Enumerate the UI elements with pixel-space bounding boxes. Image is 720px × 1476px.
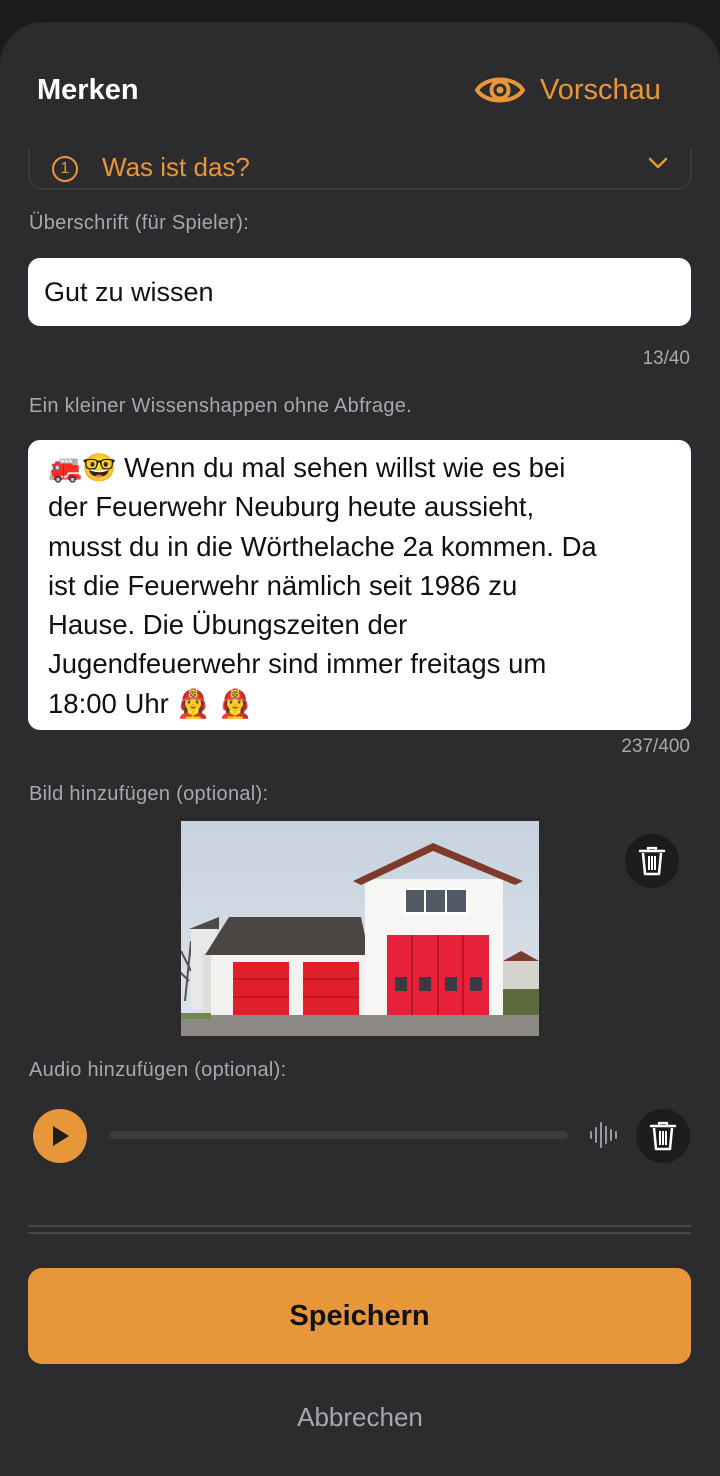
text-line: Hause. Die Übungszeiten der [48,609,408,641]
delete-audio-button[interactable] [636,1109,690,1163]
text-label: Ein kleiner Wissenshappen ohne Abfrage. [29,395,413,417]
headline-label: Überschrift (für Spieler): [29,212,250,234]
trash-icon [638,846,666,876]
text-line: musst du in die Wörthelache 2a kommen. D… [48,530,597,562]
text-line: der Feuerwehr Neuburg heute aussieht, [48,491,535,523]
audio-progress-track[interactable] [110,1131,568,1139]
text-line: 18:00 Uhr 👩‍🚒 👩‍🚒 [48,687,253,719]
info-label: Was ist das? [102,152,250,182]
divider [28,1232,691,1234]
delete-image-button[interactable] [625,834,679,888]
cancel-button[interactable]: Abbrechen [0,1402,720,1433]
play-icon [53,1126,69,1146]
play-button[interactable] [33,1109,87,1163]
text-line: 🚒🤓 Wenn du mal sehen willst wie es bei [48,452,566,483]
trash-icon [649,1121,677,1151]
eye-icon [474,77,526,103]
fire-station-photo [181,821,539,1036]
preview-label: Vorschau [540,73,661,106]
audio-label: Audio hinzufügen (optional): [29,1059,287,1081]
image-label: Bild hinzufügen (optional): [29,783,269,805]
divider [28,1225,691,1227]
chevron-down-icon [648,157,668,169]
waveform-icon [590,1122,617,1148]
page-title: Merken [37,74,139,106]
header: Merken Vorschau [0,22,720,148]
text-counter: 237/400 [621,736,690,757]
text-line: ist die Feuerwehr nämlich seit 1986 zu [48,569,518,601]
headline-counter: 13/40 [642,348,690,369]
preview-button[interactable]: Vorschau [474,70,661,110]
save-button[interactable]: Speichern [28,1268,691,1364]
headline-input[interactable]: Gut zu wissen [28,258,691,326]
text-input[interactable]: 🚒🤓 Wenn du mal sehen willst wie es bei d… [28,440,691,730]
text-line: Jugendfeuerwehr sind immer freitags um [48,648,547,680]
info-icon: 1 [52,156,78,182]
bottom-sheet: 1 Was ist das? Merken Vorschau Überschri… [0,22,720,1476]
